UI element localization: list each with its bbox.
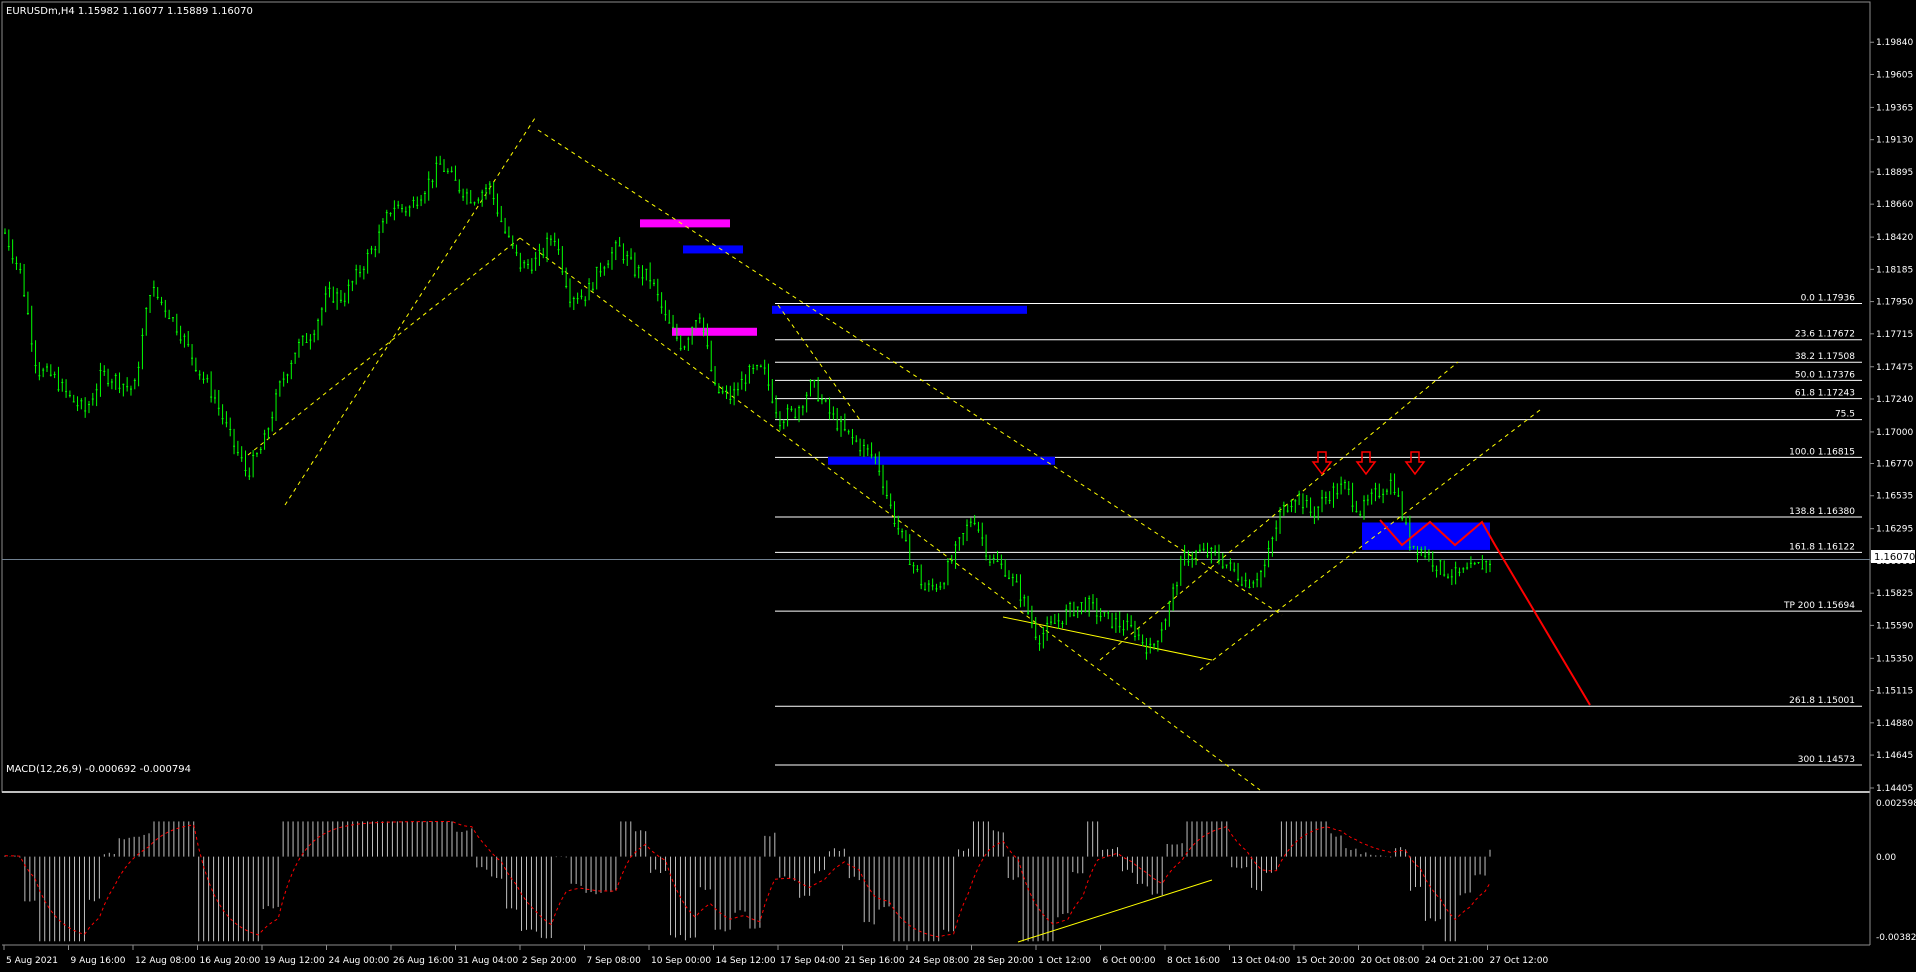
macd-title: MACD(12,26,9) -0.000692 -0.000794	[6, 764, 191, 775]
time-tick-label: 27 Oct 12:00	[1490, 956, 1549, 966]
macd-divergence-line	[1017, 879, 1213, 943]
macd-pane	[4, 820, 1491, 943]
channel-line-0	[284, 117, 536, 506]
macd-signal-line	[4, 820, 1491, 938]
price-tick-label: 1.18185	[1876, 265, 1913, 275]
time-tick-label: 2 Sep 20:00	[522, 956, 577, 966]
price-tick-label: 1.17715	[1876, 330, 1913, 340]
chart-root: 0.0 1.17936 23.6 1.17672 38.2 1.17508 50.0 …	[0, 0, 1916, 972]
channel-line-1	[247, 237, 521, 456]
fibonacci-levels: 0.0 1.17936 23.6 1.17672 38.2 1.17508 50.0 …	[2, 293, 1870, 766]
trend-channels	[247, 117, 1541, 791]
price-tick-label: 1.16770	[1876, 459, 1913, 469]
time-tick-label: 24 Sep 08:00	[909, 956, 969, 966]
fib-label-10: 261.8 1.15001	[1789, 696, 1855, 706]
fib-label-8: 161.8 1.16122	[1789, 542, 1855, 552]
time-tick-label: 20 Oct 08:00	[1361, 956, 1420, 966]
macd-tick-label: 0.002598	[1876, 799, 1916, 809]
time-tick-label: 24 Oct 21:00	[1425, 956, 1484, 966]
fib-label-11: 300 1.14573	[1798, 755, 1855, 765]
price-tick-label: 1.19130	[1876, 136, 1913, 146]
down-arrow-icon	[1355, 451, 1377, 476]
time-tick-label: 10 Sep 00:00	[651, 956, 711, 966]
price-tick-label: 1.17475	[1876, 363, 1913, 373]
down-arrow-icon	[1311, 451, 1333, 476]
price-tick-label: 1.17240	[1876, 395, 1913, 405]
price-tick-label: 1.14880	[1876, 719, 1913, 729]
fib-label-3: 50.0 1.17376	[1795, 370, 1855, 380]
price-tick-label: 1.19840	[1876, 38, 1913, 48]
macd-tick-label: -0.003829	[1876, 933, 1916, 943]
time-tick-label: 9 Aug 16:00	[71, 956, 126, 966]
channel-line-4	[1099, 361, 1459, 661]
chart-title: EURUSDm,H4 1.15982 1.16077 1.15889 1.160…	[6, 6, 253, 17]
time-tick-label: 21 Sep 16:00	[845, 956, 905, 966]
axes: 1.19840 1.19605 1.19365 1.19130 1.18895 1.186…	[3, 38, 1916, 966]
price-tick-label: 1.15115	[1876, 687, 1913, 697]
price-tick-label: 1.19605	[1876, 70, 1913, 80]
fib-label-7: 138.8 1.16380	[1789, 507, 1855, 517]
zone-0	[640, 219, 730, 228]
price-tick-label: 1.15350	[1876, 654, 1913, 664]
time-tick-label: 1 Oct 12:00	[1038, 956, 1091, 966]
time-tick-label: 12 Aug 08:00	[135, 956, 196, 966]
zone-3	[772, 305, 1027, 314]
price-tick-label: 1.18420	[1876, 233, 1913, 243]
time-tick-label: 31 Aug 04:00	[458, 956, 519, 966]
price-tick-label: 1.15590	[1876, 621, 1913, 631]
fib-label-6: 100.0 1.16815	[1789, 447, 1855, 457]
time-tick-label: 15 Oct 20:00	[1296, 956, 1355, 966]
macd-tick-label: 0.00	[1876, 853, 1896, 863]
time-tick-label: 19 Aug 12:00	[264, 956, 325, 966]
fib-label-4: 61.8 1.17243	[1795, 389, 1855, 399]
zone-5	[1362, 522, 1490, 550]
time-tick-label: 16 Aug 20:00	[200, 956, 261, 966]
price-tick-label: 1.14645	[1876, 751, 1913, 761]
zone-2	[672, 327, 757, 336]
time-tick-label: 14 Sep 12:00	[716, 956, 776, 966]
zone-4	[828, 456, 1055, 465]
price-tick-label: 1.14405	[1876, 784, 1913, 794]
price-tick-label: 1.19365	[1876, 103, 1913, 113]
price-tick-label: 1.17950	[1876, 298, 1913, 308]
main-chart-frame	[1, 1, 1871, 793]
time-tick-label: 7 Sep 08:00	[587, 956, 642, 966]
channel-line-3	[519, 237, 1261, 791]
time-tick-label: 24 Aug 00:00	[329, 956, 390, 966]
fib-label-0: 0.0 1.17936	[1801, 293, 1856, 303]
chart-canvas: 0.0 1.17936 23.6 1.17672 38.2 1.17508 50.0 …	[1, 1, 1916, 966]
fib-label-2: 38.2 1.17508	[1795, 352, 1855, 362]
time-tick-label: 6 Oct 00:00	[1103, 956, 1156, 966]
time-tick-label: 26 Aug 16:00	[393, 956, 454, 966]
fib-label-1: 23.6 1.17672	[1795, 330, 1855, 340]
time-tick-label: 13 Oct 04:00	[1232, 956, 1291, 966]
time-tick-label: 8 Oct 16:00	[1167, 956, 1220, 966]
time-tick-label: 5 Aug 2021	[6, 956, 58, 966]
fib-label-5: 75.5	[1835, 410, 1855, 420]
fib-label-9: TP 200 1.15694	[1783, 601, 1855, 611]
down-arrow-icon	[1404, 451, 1426, 476]
price-tick-label: 1.18895	[1876, 168, 1913, 178]
time-tick-label: 28 Sep 20:00	[974, 956, 1034, 966]
price-tick-label: 1.18660	[1876, 200, 1913, 210]
time-tick-label: 17 Sep 04:00	[780, 956, 840, 966]
price-tick-label: 1.15825	[1876, 589, 1913, 599]
price-tick-label: 1.16535	[1876, 492, 1913, 502]
zone-1	[683, 245, 743, 254]
price-tick-label: 1.16295	[1876, 525, 1913, 535]
price-tick-label: 1.17000	[1876, 428, 1913, 438]
current-price-label: 1.16070	[1874, 552, 1915, 563]
